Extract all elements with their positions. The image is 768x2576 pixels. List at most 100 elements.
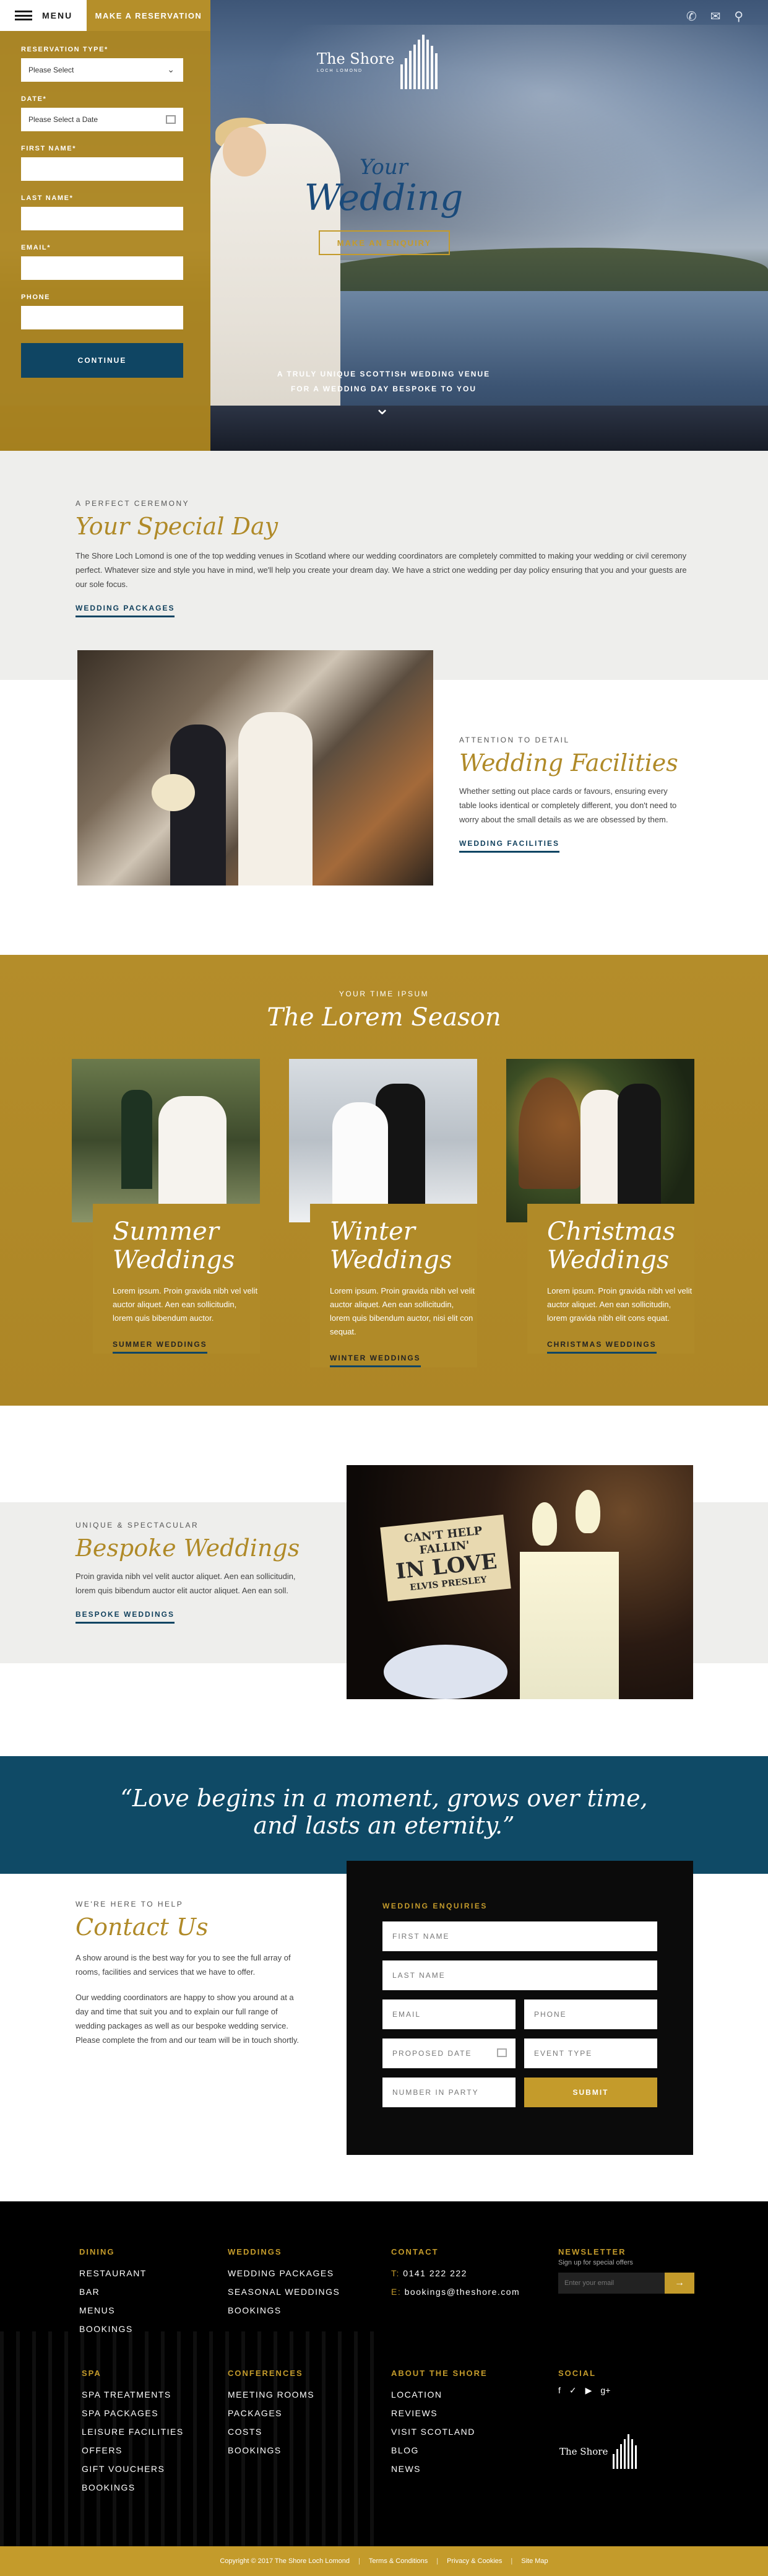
season-section: YOUR TIME IPSUM The Lorem Season Summer W… (0, 955, 768, 1406)
mail-icon[interactable]: ✉ (710, 9, 721, 24)
footer-about: ABOUT THE SHORE LOCATION REVIEWS VISIT S… (391, 2369, 488, 2478)
winter-weddings-link[interactable]: WINTER WEDDINGS (330, 1354, 421, 1367)
hero-logo[interactable]: The Shore LOCH LOMOND (317, 27, 447, 95)
enquiry-first-name-field[interactable]: FIRST NAME (382, 1921, 657, 1951)
event-type-select[interactable]: EVENT TYPE (524, 2039, 657, 2068)
footer-phone[interactable]: T: 0141 222 222 (391, 2264, 520, 2282)
footer-email[interactable]: E: bookings@theshore.com (391, 2282, 520, 2301)
separator: | (358, 2557, 360, 2565)
footer-newsletter: NEWSLETTER Sign up for special offers → (558, 2247, 694, 2294)
footer-link-visit-scotland[interactable]: VISIT SCOTLAND (391, 2422, 488, 2441)
footer-link-reviews[interactable]: REVIEWS (391, 2404, 488, 2422)
facilities-heading: Wedding Facilities (459, 749, 678, 777)
christmas-weddings-link[interactable]: CHRISTMAS WEDDINGS (547, 1340, 657, 1354)
proposed-date-label: PROPOSED DATE (392, 2049, 472, 2058)
season-heading: The Lorem Season (267, 1003, 501, 1032)
footer-link-news[interactable]: NEWS (391, 2460, 488, 2478)
footer-link-conference-packages[interactable]: PACKAGES (228, 2404, 314, 2422)
make-reservation-tab[interactable]: MAKE A RESERVATION (87, 0, 210, 31)
christmas-title-1: Christmas (547, 1217, 676, 1246)
footer-link-wedding-bookings[interactable]: BOOKINGS (228, 2301, 340, 2320)
reservation-type-select[interactable]: Please Select ⌄ (21, 58, 183, 82)
submit-button[interactable]: SUBMIT (524, 2078, 657, 2107)
spa-heading: SPA (82, 2369, 101, 2378)
phone-field[interactable] (21, 306, 183, 329)
make-enquiry-button[interactable]: MAKE AN ENQUIRY (319, 230, 450, 255)
proposed-date-field[interactable]: PROPOSED DATE (382, 2039, 516, 2068)
footer-link-bar[interactable]: BAR (79, 2282, 147, 2301)
email-address: bookings@theshore.com (404, 2287, 520, 2297)
newsletter-submit-arrow-icon[interactable]: → (665, 2273, 694, 2294)
date-value: Please Select a Date (28, 115, 98, 124)
phone-icon[interactable]: ✆ (686, 9, 697, 24)
footer-link-menus[interactable]: MENUS (79, 2301, 147, 2320)
privacy-link[interactable]: Privacy & Cookies (447, 2557, 502, 2565)
bouquet-figure (152, 774, 195, 811)
wedding-packages-link[interactable]: WEDDING PACKAGES (76, 604, 175, 617)
newsletter-email-input[interactable] (558, 2273, 665, 2294)
wedding-facilities-link[interactable]: WEDDING FACILITIES (459, 839, 559, 853)
enquiry-email-field[interactable]: EMAIL (382, 1999, 516, 2029)
sitemap-link[interactable]: Site Map (521, 2557, 548, 2565)
twitter-icon[interactable]: ✓ (569, 2385, 577, 2396)
email-field[interactable] (21, 256, 183, 280)
google-plus-icon[interactable]: g+ (600, 2385, 610, 2396)
copyright-text: Copyright © 2017 The Shore Loch Lomond (220, 2557, 350, 2565)
wedding-car-photo (77, 650, 433, 886)
footer-link-spa-treatments[interactable]: SPA TREATMENTS (82, 2385, 184, 2404)
last-name-field[interactable] (21, 207, 183, 230)
footer-link-costs[interactable]: COSTS (228, 2422, 314, 2441)
footer-link-spa-packages[interactable]: SPA PACKAGES (82, 2404, 184, 2422)
phone-label: PHONE (21, 294, 51, 301)
tulip-figure (532, 1502, 557, 1546)
continue-button[interactable]: CONTINUE (21, 343, 183, 378)
footer-link-dining-bookings[interactable]: BOOKINGS (79, 2320, 147, 2338)
vase-figure (520, 1552, 619, 1699)
footer-link-spa-bookings[interactable]: BOOKINGS (82, 2478, 184, 2497)
contact-heading-footer: CONTACT (391, 2247, 439, 2256)
footer-logo-name: The Shore (559, 2446, 608, 2457)
hamburger-icon (15, 11, 32, 20)
bespoke-body: Proin gravida nibh vel velit auctor aliq… (76, 1572, 296, 1595)
footer-link-offers[interactable]: OFFERS (82, 2441, 184, 2460)
scroll-down-chevron-icon[interactable]: ⌄ (374, 398, 390, 419)
bespoke-photo: CAN'T HELP FALLIN' IN LOVE ELVIS PRESLEY (347, 1465, 693, 1699)
love-sign: CAN'T HELP FALLIN' IN LOVE ELVIS PRESLEY (380, 1514, 511, 1602)
facebook-icon[interactable]: f (558, 2385, 561, 2396)
summer-weddings-link[interactable]: SUMMER WEDDINGS (113, 1340, 207, 1354)
christmas-text: Lorem ipsum. Proin gravida nibh vel veli… (547, 1286, 692, 1323)
footer-link-leisure-facilities[interactable]: LEISURE FACILITIES (82, 2422, 184, 2441)
christmas-title: Christmas Weddings (547, 1217, 694, 1274)
hero-tagline: A TRULY UNIQUE SCOTTISH WEDDING VENUE FO… (272, 367, 495, 396)
enquiry-last-name-field[interactable]: LAST NAME (382, 1960, 657, 1990)
newsletter-sub: Sign up for special offers (558, 2259, 633, 2266)
number-in-party-field[interactable]: NUMBER IN PARTY (382, 2078, 516, 2107)
ceremony-heading: Your Special Day (76, 513, 278, 540)
bespoke-weddings-link[interactable]: BESPOKE WEDDINGS (76, 1610, 175, 1624)
footer-link-wedding-packages[interactable]: WEDDING PACKAGES (228, 2264, 340, 2282)
youtube-icon[interactable]: ▶ (585, 2385, 592, 2396)
first-name-field[interactable] (21, 157, 183, 181)
enquiry-phone-field[interactable]: PHONE (524, 1999, 657, 2029)
footer-link-meeting-rooms[interactable]: MEETING ROOMS (228, 2385, 314, 2404)
footer-link-seasonal-weddings[interactable]: SEASONAL WEDDINGS (228, 2282, 340, 2301)
top-icons: ✆ ✉ ⚲ (686, 9, 743, 24)
footer-logo[interactable]: The Shore (559, 2434, 637, 2469)
footer-link-blog[interactable]: BLOG (391, 2441, 488, 2460)
contact-heading: Contact Us (76, 1913, 209, 1941)
footer-bars-decoration (0, 2331, 384, 2576)
summer-photo (72, 1059, 260, 1222)
terms-link[interactable]: Terms & Conditions (369, 2557, 428, 2565)
footer-link-conference-bookings[interactable]: BOOKINGS (228, 2441, 314, 2460)
menu-button[interactable]: MENU (0, 0, 87, 31)
enquiries-title: WEDDING ENQUIRIES (382, 1902, 488, 1910)
footer-link-restaurant[interactable]: RESTAURANT (79, 2264, 147, 2282)
location-pin-icon[interactable]: ⚲ (734, 9, 743, 24)
footer-link-gift-vouchers[interactable]: GIFT VOUCHERS (82, 2460, 184, 2478)
summer-title: Summer Weddings (113, 1217, 260, 1274)
footer-link-location[interactable]: LOCATION (391, 2385, 488, 2404)
date-picker-field[interactable]: Please Select a Date (21, 108, 183, 131)
ceremony-eyebrow: A PERFECT CEREMONY (76, 499, 190, 508)
winter-title-1: Winter (330, 1217, 415, 1246)
christmas-tree-figure (519, 1077, 580, 1189)
